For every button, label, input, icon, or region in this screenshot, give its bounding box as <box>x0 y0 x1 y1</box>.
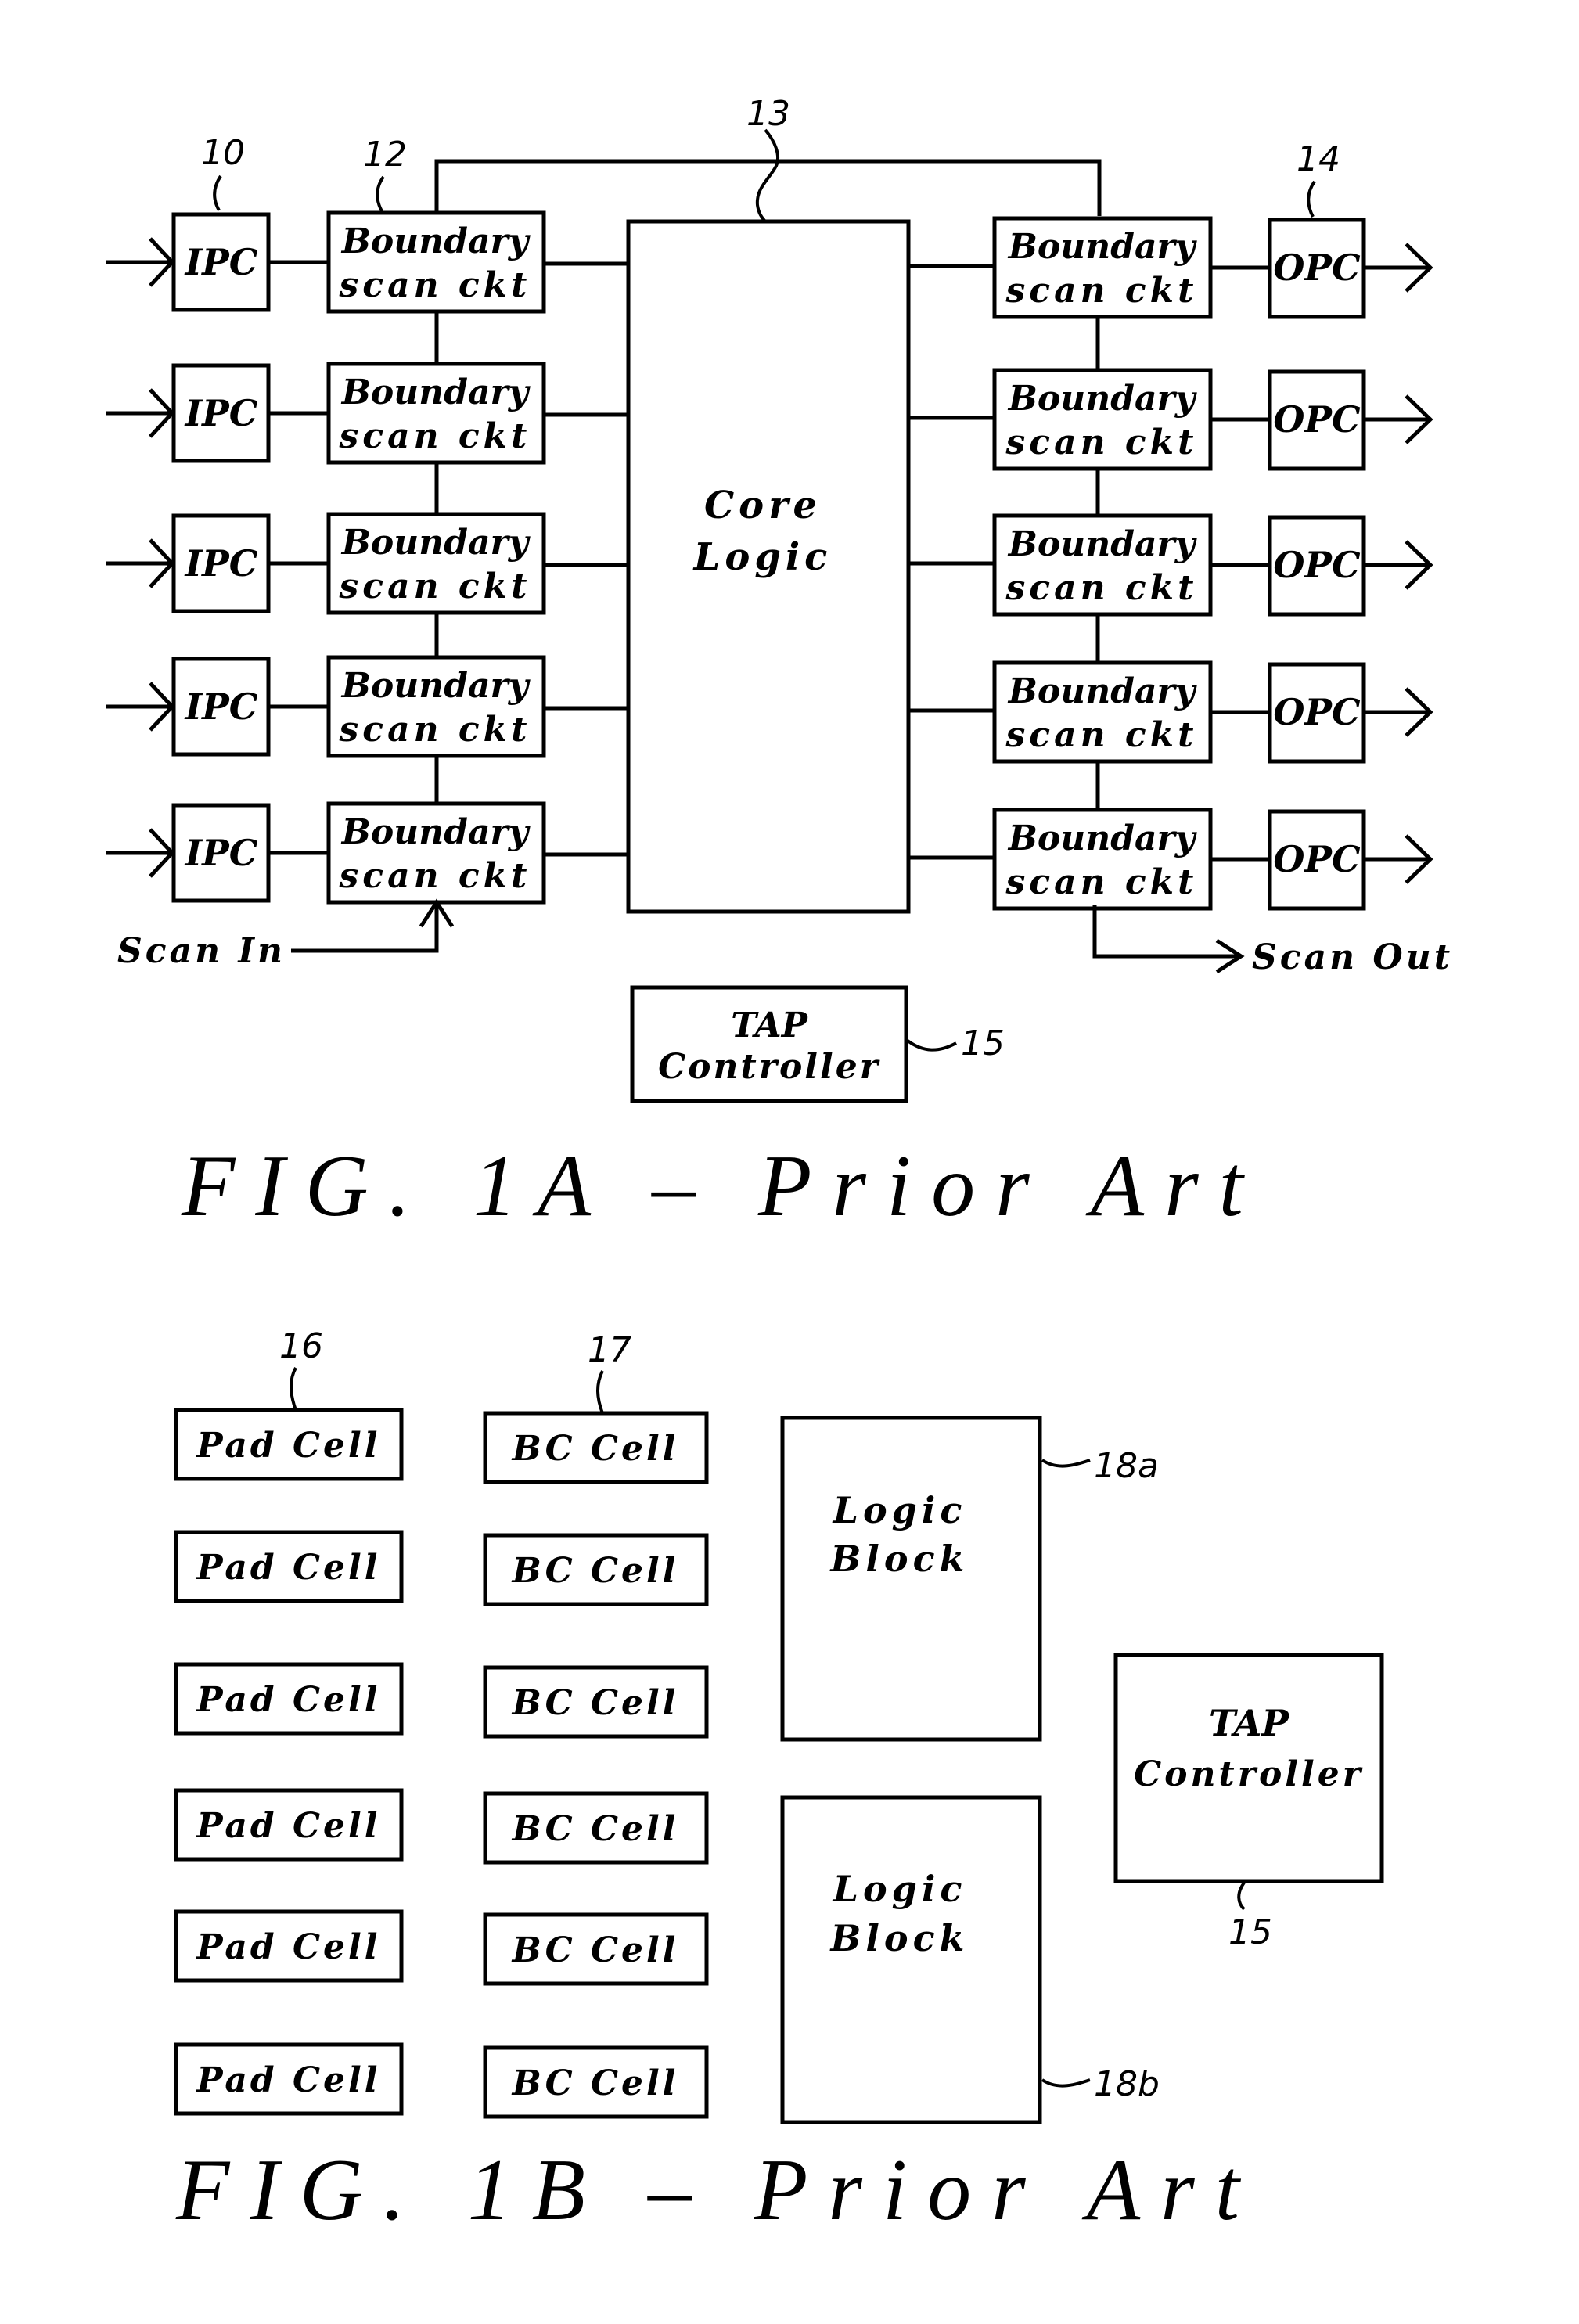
bc-cell-label: BC Cell <box>511 1429 679 1469</box>
ref-12: 12 <box>363 135 407 174</box>
ref-18b-leader <box>1041 2078 1091 2088</box>
left-boundary-scan-cell-label-1: Boundary <box>340 372 531 412</box>
ref-18a: 18a <box>1094 1446 1159 1486</box>
bc-cell-label: BC Cell <box>511 2063 679 2103</box>
ref-10-leader <box>213 174 222 211</box>
output-pad-cell-label: OPC <box>1273 544 1361 586</box>
fig-1b-cell-rows: Pad Cell BC Cell Pad Cell BC Cell Pad Cell BC… <box>174 1408 709 2119</box>
input-pad-cell-label: IPC <box>184 542 258 585</box>
ref-17-leader <box>596 1370 604 1414</box>
tap-controller-1a-label-1: TAP <box>731 1006 808 1045</box>
fig-1b-caption: FIG. 1B – Prior Art <box>175 2142 1260 2239</box>
left-boundary-scan-cell-label-2: scan ckt <box>339 710 531 750</box>
scan-in-wire <box>291 902 439 953</box>
logic-block-18b-label-1: Logic <box>832 1868 967 1910</box>
pad-cell-label: Pad Cell <box>196 1680 381 1720</box>
ref-13-leader <box>755 128 780 223</box>
ref-15b: 15 <box>1228 1912 1272 1952</box>
pad-cell-label: Pad Cell <box>196 1426 381 1466</box>
right-boundary-scan-cell-label-2: scan ckt <box>1005 568 1198 608</box>
right-boundary-scan-cell-label-1: Boundary <box>1007 379 1198 419</box>
pad-cell-label: Pad Cell <box>196 2060 381 2100</box>
input-pad-cell-label: IPC <box>184 241 258 283</box>
ref-16: 16 <box>279 1326 323 1366</box>
logic-block-18a-label-1: Logic <box>832 1489 967 1531</box>
ref-15a: 15 <box>961 1023 1005 1063</box>
scan-chain-top-bus <box>434 159 1102 216</box>
scan-out-wire <box>1092 905 1241 959</box>
left-boundary-scan-cell-label-1: Boundary <box>340 221 531 261</box>
tap-controller-1b-label-2: Controller <box>1134 1754 1364 1794</box>
right-boundary-scan-cell-label-1: Boundary <box>1007 524 1198 564</box>
right-boundary-scan-cell-label-1: Boundary <box>1007 818 1198 858</box>
right-boundary-scan-cell-label-1: Boundary <box>1007 227 1198 267</box>
pad-cell-label: Pad Cell <box>196 1548 381 1588</box>
right-boundary-scan-cell-label-2: scan ckt <box>1005 862 1198 902</box>
output-pad-cell-label: OPC <box>1273 246 1361 289</box>
scan-out-label: Scan Out <box>1252 937 1453 977</box>
tap-controller-1a-label-2: Controller <box>658 1047 880 1087</box>
ref-14-leader <box>1307 180 1316 218</box>
ref-16-leader <box>290 1367 297 1411</box>
fig-1b: Pad Cell BC Cell Pad Cell BC Cell Pad Cell BC… <box>174 1326 1384 2239</box>
bc-cell-label: BC Cell <box>511 1683 679 1723</box>
left-boundary-scan-cell-label-1: Boundary <box>340 812 531 852</box>
input-pad-cell-label: IPC <box>184 832 258 874</box>
logic-block-18b <box>780 1795 1042 2124</box>
logic-block-18b-label-2: Block <box>829 1917 969 1959</box>
input-pad-cell-label: IPC <box>184 392 258 434</box>
ref-15b-leader <box>1237 1881 1246 1911</box>
input-pad-cell-label: IPC <box>184 685 258 728</box>
output-pad-cell-label: OPC <box>1273 691 1361 733</box>
pad-cell-label: Pad Cell <box>196 1806 381 1846</box>
ref-12-leader <box>376 175 385 212</box>
left-boundary-scan-cell-label-2: scan ckt <box>339 856 531 896</box>
fig-1a-caption: FIG. 1A – Prior Art <box>181 1138 1264 1235</box>
patent-drawing-sheet: Core Logic 13 10 12 14 IPC Boundaryscan c… <box>106 94 1453 2239</box>
right-boundary-scan-cell-label-2: scan ckt <box>1005 271 1198 311</box>
left-boundary-scan-cell-label-2: scan ckt <box>339 567 531 606</box>
pad-cell-label: Pad Cell <box>196 1927 381 1967</box>
core-logic-label-2: Logic <box>692 535 833 579</box>
ref-15a-leader <box>906 1039 957 1052</box>
bc-cell-label: BC Cell <box>511 1930 679 1970</box>
logic-block-18a-label-2: Block <box>829 1538 969 1580</box>
bc-cell-label: BC Cell <box>511 1809 679 1849</box>
scan-in-label: Scan In <box>117 931 286 971</box>
right-boundary-scan-cell-label-2: scan ckt <box>1005 423 1198 462</box>
right-boundary-scan-cell-label-2: scan ckt <box>1005 715 1198 755</box>
left-boundary-scan-cell-label-1: Boundary <box>340 523 531 563</box>
ref-10: 10 <box>201 133 245 173</box>
left-boundary-scan-cell-label-2: scan ckt <box>339 265 531 305</box>
left-boundary-scan-cell-label-1: Boundary <box>340 666 531 706</box>
ref-18a-leader <box>1041 1459 1091 1468</box>
ref-14: 14 <box>1297 139 1340 179</box>
output-pad-cell-label: OPC <box>1273 838 1361 880</box>
right-boundary-scan-cell-label-1: Boundary <box>1007 671 1198 711</box>
ref-17: 17 <box>588 1330 631 1370</box>
ref-13: 13 <box>746 94 790 134</box>
tap-controller-1b-label-1: TAP <box>1209 1702 1289 1744</box>
core-logic-label-1: Core <box>704 484 822 527</box>
output-pad-cell-label: OPC <box>1273 398 1361 441</box>
bc-cell-label: BC Cell <box>511 1551 679 1591</box>
left-boundary-scan-cell-label-2: scan ckt <box>339 416 531 456</box>
fig-1a: Core Logic 13 10 12 14 IPC Boundaryscan c… <box>106 94 1453 1235</box>
ref-18b: 18b <box>1094 2064 1160 2104</box>
